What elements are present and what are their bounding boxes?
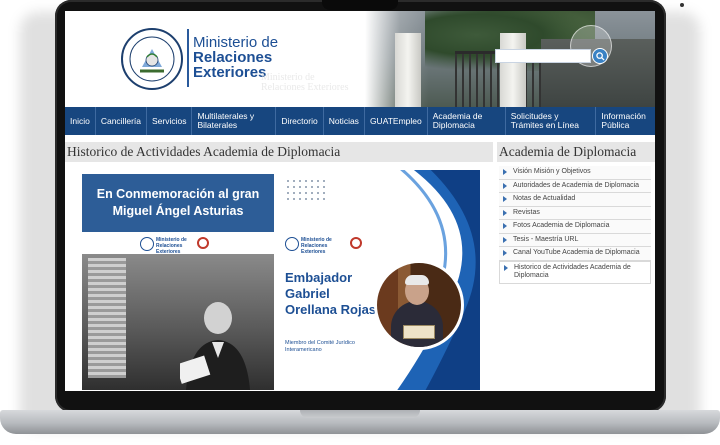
- sidebar-item-label: Canal YouTube Academia de Diplomacia: [513, 249, 640, 256]
- sidebar-item-autoridades[interactable]: Autoridades de Academia de Diplomacia: [499, 179, 651, 193]
- nav-item-directorio[interactable]: Directorio: [276, 107, 324, 135]
- mini-seal-icon: [140, 237, 154, 251]
- nav-item-solicitudes[interactable]: Solicitudes y Trámites en Línea: [506, 107, 597, 135]
- camera-notch: [322, 0, 684, 10]
- mini-logo-text: Ministerio de Relaciones Exteriores: [301, 237, 332, 255]
- activity-banner[interactable]: En Conmemoración al gran Miguel Ángel As…: [80, 170, 480, 390]
- sidebar-item-historico[interactable]: Historico de Actividades Academia de Dip…: [499, 260, 651, 284]
- portrait-hair: [405, 275, 429, 285]
- sidebar-item-vision[interactable]: Visión Misión y Objetivos: [499, 166, 651, 180]
- nav-item-informacion-publica[interactable]: Información Pública: [596, 107, 655, 135]
- nav-item-noticias[interactable]: Noticias: [324, 107, 365, 135]
- nav-item-guatempleo[interactable]: GUATEmpleo: [365, 107, 428, 135]
- sidebar-title: Academia de Diplomacia: [497, 142, 655, 162]
- portrait-figure: [180, 302, 250, 390]
- mini-seal-icon: [285, 237, 299, 251]
- ministry-title-line2: Relaciones: [193, 49, 273, 66]
- mini-ministry-logo: Ministerio de Relaciones Exteriores: [285, 236, 345, 255]
- arrow-right-icon: [503, 236, 507, 243]
- wall-sign-text: Ministerio de Relaciones Exteriores: [261, 72, 349, 93]
- logo-divider: [187, 29, 189, 87]
- laptop-base-lip: [300, 410, 420, 418]
- sidebar-item-revistas[interactable]: Revistas: [499, 206, 651, 220]
- guatemala-seal-icon: [121, 28, 183, 90]
- sidebar-item-label: Fotos Academia de Diplomacia: [513, 222, 610, 229]
- mini-logo-text: Ministerio de Relaciones Exteriores: [156, 237, 187, 255]
- nav-item-multilaterales[interactable]: Multilaterales y Bilaterales: [192, 107, 277, 135]
- academy-emblem-icon: [197, 237, 209, 249]
- decorative-dots: [285, 178, 329, 200]
- arrow-right-icon: [503, 169, 507, 175]
- asturias-photo: [82, 254, 274, 390]
- page-title: Historico de Actividades Academia de Dip…: [65, 142, 493, 162]
- nav-item-academia[interactable]: Academia de Diplomacia: [428, 107, 506, 135]
- arrow-right-icon: [503, 250, 507, 256]
- ambassador-portrait: [374, 260, 464, 350]
- sidebar-item-notas[interactable]: Notas de Actualidad: [499, 193, 651, 207]
- arrow-right-icon: [503, 182, 507, 189]
- site-header: Ministerio de Relaciones Exteriores Mini…: [65, 11, 655, 107]
- mini-ministry-logo: Ministerio de Relaciones Exteriores: [140, 236, 200, 255]
- photo-window: [88, 258, 126, 378]
- sidebar-menu: Visión Misión y Objetivos Autoridades de…: [499, 166, 651, 284]
- banner-headline: En Conmemoración al gran Miguel Ángel As…: [82, 174, 274, 232]
- main-navigation: Inicio Cancillería Servicios Multilatera…: [65, 107, 655, 135]
- nav-item-servicios[interactable]: Servicios: [147, 107, 193, 135]
- search-input[interactable]: [495, 49, 591, 63]
- arrow-right-icon: [503, 196, 507, 202]
- camera-dot: [680, 3, 684, 7]
- browser-viewport: Ministerio de Relaciones Exteriores Mini…: [65, 11, 655, 391]
- nav-item-inicio[interactable]: Inicio: [65, 107, 96, 135]
- sidebar-item-label: Visión Misión y Objetivos: [513, 168, 591, 175]
- sidebar-item-label: Tesis - Maestría URL: [513, 235, 579, 243]
- header-pillar: [395, 33, 421, 107]
- arrow-right-icon: [504, 264, 508, 271]
- nav-item-cancilleria[interactable]: Cancillería: [96, 107, 147, 135]
- sidebar-item-label: Historico de Actividades Academia de Dip…: [514, 263, 631, 280]
- arrow-right-icon: [503, 223, 507, 229]
- portrait-book: [403, 325, 435, 339]
- search-icon: [596, 52, 605, 61]
- sidebar-item-label: Autoridades de Academia de Diplomacia: [513, 181, 640, 189]
- header-pillar: [500, 33, 526, 107]
- sidebar-item-fotos[interactable]: Fotos Academia de Diplomacia: [499, 220, 651, 234]
- ministry-title-line1: Ministerio de: [193, 34, 279, 51]
- sidebar-item-label: Revistas: [513, 208, 540, 216]
- arrow-right-icon: [503, 209, 507, 216]
- ambassador-subtitle: Miembro del Comité Jurídico Interamerica…: [285, 340, 355, 353]
- sidebar-item-tesis[interactable]: Tesis - Maestría URL: [499, 233, 651, 247]
- ambassador-name: Embajador Gabriel Orellana Rojas: [285, 270, 377, 317]
- sidebar-item-label: Notas de Actualidad: [513, 195, 576, 202]
- sidebar-item-youtube[interactable]: Canal YouTube Academia de Diplomacia: [499, 247, 651, 261]
- search-button[interactable]: [592, 48, 608, 64]
- academy-emblem-icon: [350, 237, 362, 249]
